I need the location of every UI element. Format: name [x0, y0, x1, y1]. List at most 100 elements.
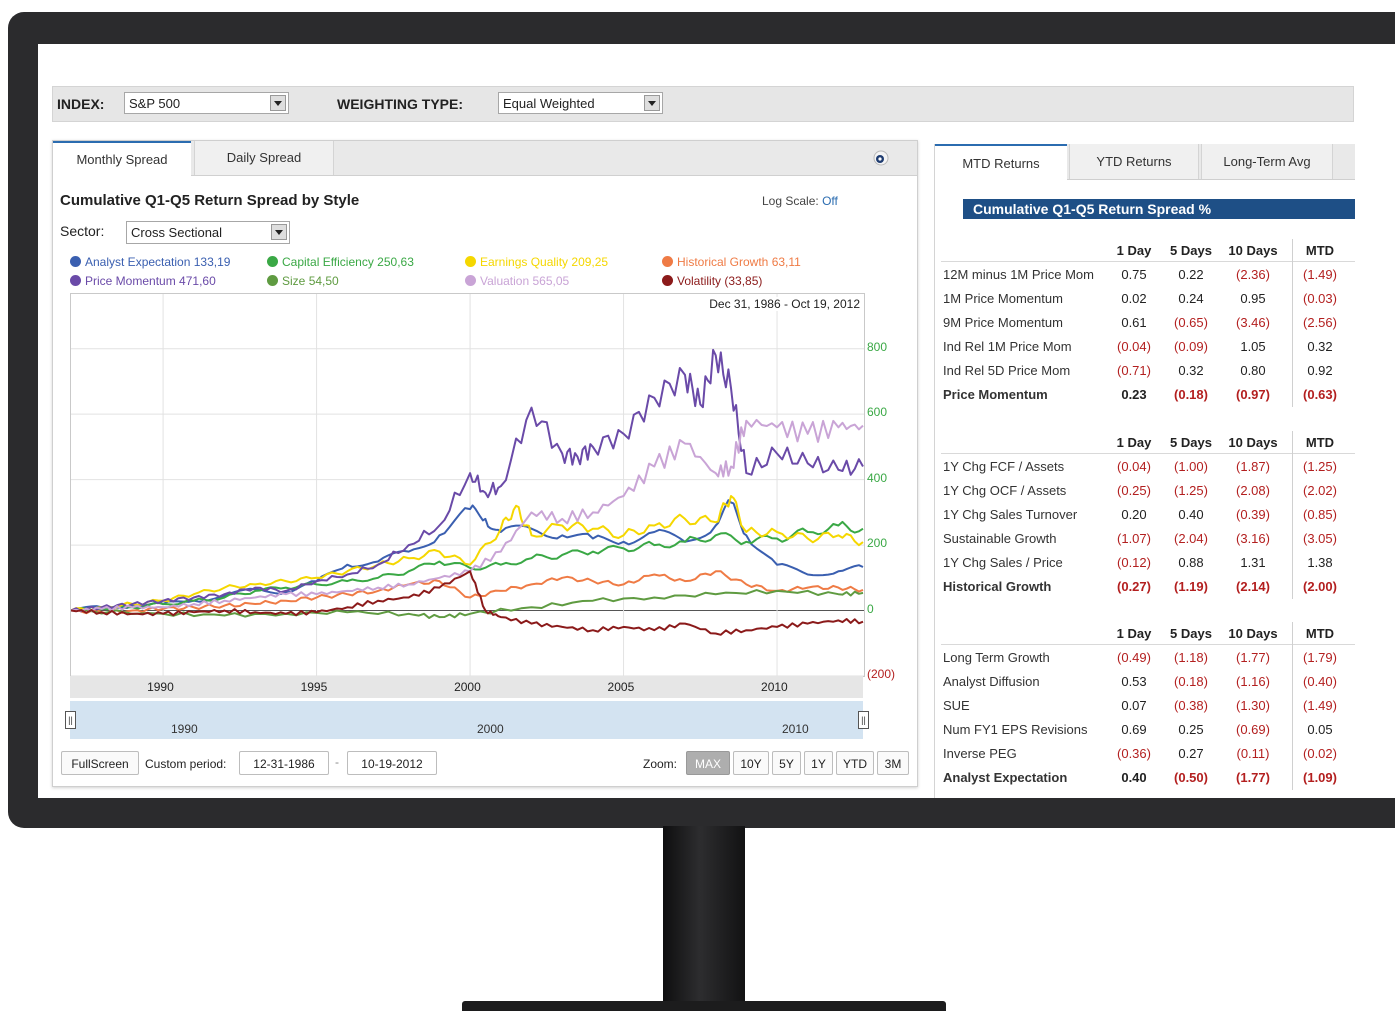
index-select[interactable]: S&P 500: [124, 92, 289, 114]
column-divider: [1292, 431, 1293, 599]
y-tick-label: (200): [867, 667, 896, 681]
table-cell: (3.16): [1236, 531, 1270, 546]
row-label: SUE: [943, 698, 970, 713]
legend-item[interactable]: Valuation 565,05: [465, 274, 569, 288]
navigator-label: 2000: [477, 722, 504, 736]
table-cell: (1.00): [1174, 459, 1208, 474]
navigator-right-handle[interactable]: ||: [858, 711, 869, 729]
table-cell: 0.05: [1307, 722, 1333, 737]
table-cell: 0.69: [1121, 722, 1147, 737]
table-cell: 0.23: [1121, 387, 1147, 402]
table-cell: (0.65): [1174, 315, 1208, 330]
column-header: 1 Day: [1116, 435, 1152, 450]
legend-series-value: 471,60: [179, 274, 216, 288]
zoom-ytd-button[interactable]: YTD: [836, 751, 874, 775]
tab-monthly-spread[interactable]: Monthly Spread: [53, 141, 191, 176]
legend-series-name: Volatility: [677, 274, 722, 288]
sector-select[interactable]: Cross Sectional: [126, 221, 290, 244]
column-divider: [1292, 239, 1293, 407]
legend-item[interactable]: Price Momentum 471,60: [70, 274, 216, 288]
series-line-historical-growth[interactable]: [70, 570, 864, 615]
table-cell: (1.79): [1303, 650, 1337, 665]
zoom-label: Zoom:: [643, 757, 678, 771]
legend-item[interactable]: Capital Efficiency 250,63: [267, 255, 414, 269]
column-divider: [1292, 622, 1293, 790]
tab-ytd-returns[interactable]: YTD Returns: [1069, 144, 1199, 179]
table-cell: (1.18): [1174, 650, 1208, 665]
legend-dot-icon: [267, 256, 278, 267]
column-header: 10 Days: [1228, 435, 1278, 450]
legend-series-value: 250,63: [377, 255, 414, 269]
series-line-size[interactable]: [70, 589, 864, 619]
series-line-volatility[interactable]: [70, 570, 864, 636]
legend-item[interactable]: Analyst Expectation 133,19: [70, 255, 230, 269]
row-label: 12M minus 1M Price Mom: [943, 267, 1094, 282]
returns-tabs: MTD Returns YTD Returns Long-Term Avg: [935, 144, 1355, 180]
legend-series-value: 63,11: [771, 255, 801, 269]
tab-daily-spread[interactable]: Daily Spread: [194, 141, 334, 175]
table-cell: (0.04): [1117, 339, 1151, 354]
zoom-3m-button[interactable]: 3M: [877, 751, 909, 775]
legend-dot-icon: [70, 275, 81, 286]
x-tick-label: 2010: [761, 680, 788, 694]
filter-toolbar: INDEX: S&P 500 WEIGHTING TYPE: Equal Wei…: [52, 86, 1354, 122]
legend-series-value: 209,25: [571, 255, 609, 269]
legend-item[interactable]: Historical Growth 63,11: [662, 255, 801, 269]
tab-long-term-avg[interactable]: Long-Term Avg: [1201, 144, 1333, 179]
legend-series-name: Earnings Quality: [480, 255, 569, 269]
table-cell: 0.40: [1178, 507, 1204, 522]
log-scale-value[interactable]: Off: [822, 194, 838, 208]
table-cell: 0.61: [1121, 315, 1147, 330]
legend-dot-icon: [662, 275, 673, 286]
legend-series-name: Valuation: [480, 274, 530, 288]
column-header: MTD: [1305, 243, 1335, 258]
table-cell: (0.18): [1174, 387, 1208, 402]
table-cell: (1.49): [1303, 698, 1337, 713]
x-tick-label: 2000: [454, 680, 481, 694]
table-cell: 0.80: [1240, 363, 1266, 378]
y-tick-label: 200: [867, 536, 888, 551]
legend-item[interactable]: Earnings Quality 209,25: [465, 255, 608, 269]
table-cell: 0.25: [1178, 722, 1204, 737]
row-label: 1Y Chg FCF / Assets: [943, 459, 1065, 474]
table-cell: (0.39): [1236, 507, 1270, 522]
legend-item[interactable]: Volatility (33,85): [662, 274, 762, 288]
row-label: 9M Price Momentum: [943, 315, 1063, 330]
chart-svg[interactable]: [70, 294, 864, 677]
row-label: Price Momentum: [943, 387, 1048, 402]
legend-item[interactable]: Size 54,50: [267, 274, 339, 288]
row-label: Num FY1 EPS Revisions: [943, 722, 1088, 737]
y-tick-label: 800: [867, 339, 888, 354]
zoom-5y-button[interactable]: 5Y: [772, 751, 801, 775]
weighting-type-select[interactable]: Equal Weighted: [498, 92, 663, 114]
x-tick-label: 2005: [607, 680, 635, 694]
export-icon[interactable]: [873, 150, 889, 166]
table-cell: (0.02): [1303, 746, 1337, 761]
period-from-input[interactable]: 12-31-1986: [239, 751, 329, 775]
column-header: 5 Days: [1170, 626, 1212, 641]
fullscreen-button[interactable]: FullScreen: [61, 751, 139, 775]
navigator-left-handle[interactable]: ||: [65, 711, 76, 729]
chevron-down-icon[interactable]: [270, 95, 286, 111]
tab-mtd-returns[interactable]: MTD Returns: [935, 144, 1067, 180]
index-label: INDEX:: [57, 96, 105, 112]
chevron-down-icon[interactable]: [271, 224, 287, 240]
zoom-1y-button[interactable]: 1Y: [804, 751, 833, 775]
table-cell: (2.14): [1236, 579, 1270, 594]
returns-panel: MTD Returns YTD Returns Long-Term Avg Cu…: [934, 144, 1355, 798]
legend-series-name: Price Momentum: [85, 274, 176, 288]
table-cell: (0.69): [1236, 722, 1270, 737]
weighting-select-value: Equal Weighted: [503, 96, 595, 111]
legend-dot-icon: [465, 275, 476, 286]
chevron-down-icon[interactable]: [644, 95, 660, 111]
table-cell: 0.95: [1240, 291, 1266, 306]
zoom-max-button[interactable]: MAX: [686, 751, 730, 775]
table-cell: (0.71): [1117, 363, 1151, 378]
table-cell: (0.63): [1303, 387, 1337, 402]
zoom-10y-button[interactable]: 10Y: [733, 751, 769, 775]
log-scale-toggle[interactable]: Log Scale: Off: [762, 194, 838, 208]
table-cell: (3.05): [1303, 531, 1337, 546]
table-cell: (0.12): [1117, 555, 1151, 570]
period-to-input[interactable]: 10-19-2012: [347, 751, 437, 775]
sector-label: Sector:: [60, 223, 105, 239]
